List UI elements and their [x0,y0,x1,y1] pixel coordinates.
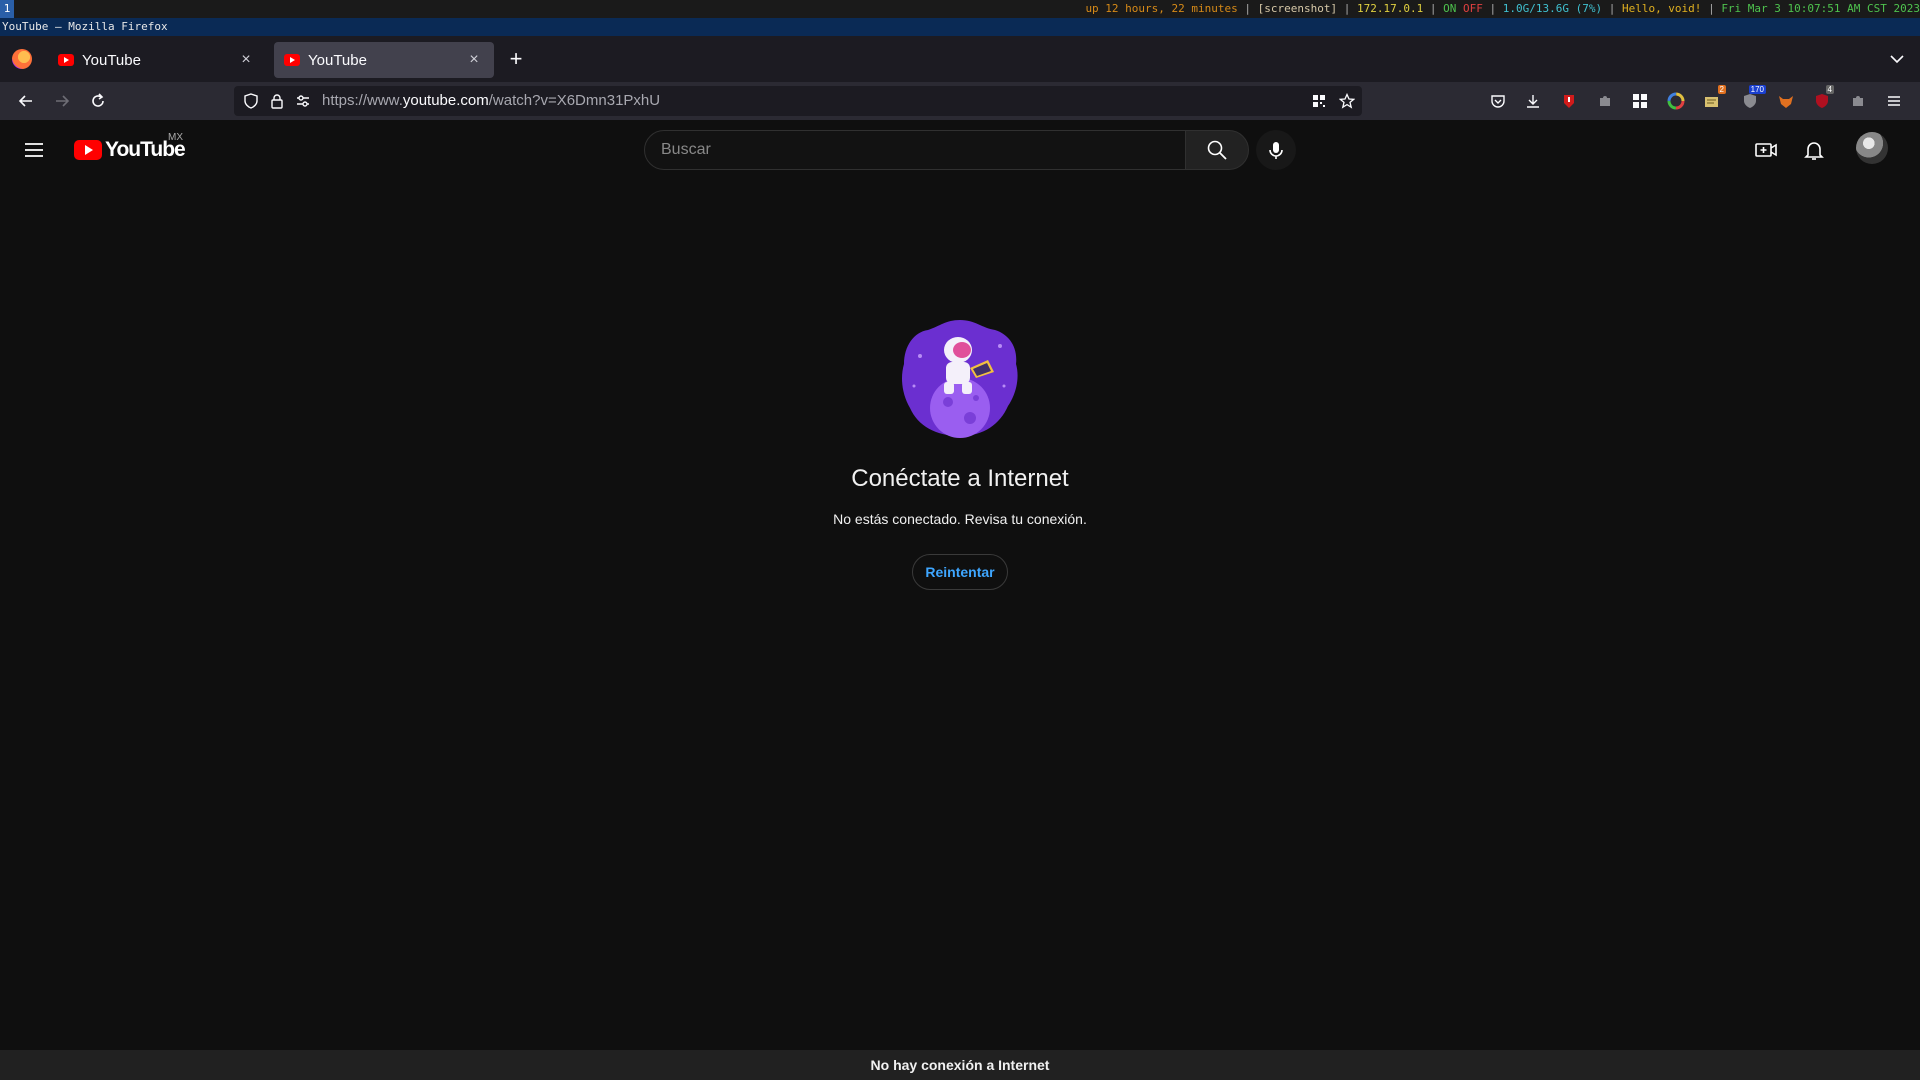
separator: | [1489,2,1497,15]
tab-youtube-1[interactable]: YouTube × [48,42,266,78]
puzzle-extension-icon[interactable] [1595,91,1615,111]
list-all-tabs-icon[interactable] [1888,50,1906,68]
youtube-favicon-icon [284,54,300,66]
grid-extension-icon[interactable] [1630,91,1650,111]
new-tab-button[interactable]: + [504,48,528,72]
separator: | [1343,2,1351,15]
extension-badge: 2 [1717,85,1726,94]
screenshot-text: [screenshot] [1257,2,1338,15]
youtube-page: YouTube MX Buscar Conéctate a Internet N… [0,120,1920,1080]
youtube-play-icon [74,140,102,160]
close-tab-icon[interactable]: × [236,50,256,70]
separator: | [1708,2,1715,15]
extension-badge: 170 [1748,85,1766,94]
retry-button[interactable]: Reintentar [912,554,1008,590]
separator: | [1244,2,1252,15]
tab-strip: YouTube × YouTube × + [0,36,1920,82]
url-text[interactable]: https://www.youtube.com/watch?v=X6Dmn31P… [322,86,660,116]
uptime-text: up 12 hours, 22 minutes [1085,2,1238,15]
url-domain: youtube.com [402,92,489,109]
url-bar[interactable]: https://www.youtube.com/watch?v=X6Dmn31P… [234,86,1362,116]
permissions-icon[interactable] [294,92,312,110]
ublock-icon[interactable]: 170 [1740,85,1766,111]
extension-badge: 4 [1825,85,1834,94]
extensions-puzzle-icon[interactable] [1848,91,1868,111]
separator: | [1429,2,1437,15]
url-prefix: https://www. [322,92,403,109]
masthead: YouTube MX Buscar [0,120,1920,180]
pocket-icon[interactable] [1488,91,1508,111]
no-connection-banner: No hay conexión a Internet [0,1050,1920,1080]
search-input[interactable]: Buscar [644,130,1186,170]
notifications-bell-icon[interactable] [1802,138,1826,162]
separator: | [1608,2,1616,15]
on-status: ON [1443,2,1457,15]
ip-text: 172.17.0.1 [1357,2,1424,15]
notes-extension-icon[interactable]: 2 [1702,85,1726,111]
microphone-icon [1269,142,1283,159]
workspace-indicator[interactable]: 1 [0,0,14,18]
back-icon[interactable] [12,87,40,115]
voice-search-button[interactable] [1256,130,1296,170]
off-status: OFF [1462,2,1483,15]
offline-subtitle: No estás conectado. Revisa tu conexión. [833,511,1087,527]
firefox-icon[interactable] [12,49,32,69]
search-placeholder: Buscar [661,141,711,158]
youtube-logo[interactable]: YouTube MX [74,132,186,162]
search-button[interactable] [1185,130,1249,170]
memory-text: 1.0G/13.6G (7%) [1502,2,1603,15]
qr-code-icon[interactable] [1310,92,1328,110]
youtube-favicon-icon [58,54,74,66]
red-extension-icon[interactable] [1559,91,1579,111]
tab-label: YouTube [308,51,367,69]
lock-icon[interactable] [268,92,286,110]
color-wheel-icon[interactable] [1666,91,1686,111]
navigation-toolbar: https://www.youtube.com/watch?v=X6Dmn31P… [0,82,1920,120]
tab-label: YouTube [82,51,141,69]
system-status: up 12 hours, 22 minutes | [screenshot] |… [1085,0,1920,18]
downloads-icon[interactable] [1523,91,1543,111]
menu-icon[interactable] [1884,91,1904,111]
tab-youtube-2[interactable]: YouTube × [274,42,494,78]
bookmark-star-icon[interactable] [1338,92,1356,110]
forward-icon[interactable] [48,87,76,115]
url-path: /watch?v=X6Dmn31PxhU [488,92,661,109]
guide-menu-icon[interactable] [22,138,46,162]
shield-extension-icon[interactable]: 4 [1812,85,1834,111]
tracking-shield-icon[interactable] [242,92,260,110]
search-icon [1207,140,1227,160]
avatar[interactable] [1856,132,1888,164]
country-code: MX [168,132,183,143]
wm-status-bar: 1 up 12 hours, 22 minutes | [screenshot]… [0,0,1920,18]
reload-icon[interactable] [84,87,112,115]
window-title: YouTube — Mozilla Firefox [0,18,1920,36]
offline-title: Conéctate a Internet [851,465,1069,492]
datetime-text: Fri Mar 3 10:07:51 AM CST 2023 [1721,2,1920,15]
fox-extension-icon[interactable] [1776,91,1796,111]
greeting-text: Hello, void! [1621,2,1702,15]
close-tab-icon[interactable]: × [464,50,484,70]
create-video-icon[interactable] [1754,138,1778,162]
offline-astronaut-illustration [902,320,1018,438]
